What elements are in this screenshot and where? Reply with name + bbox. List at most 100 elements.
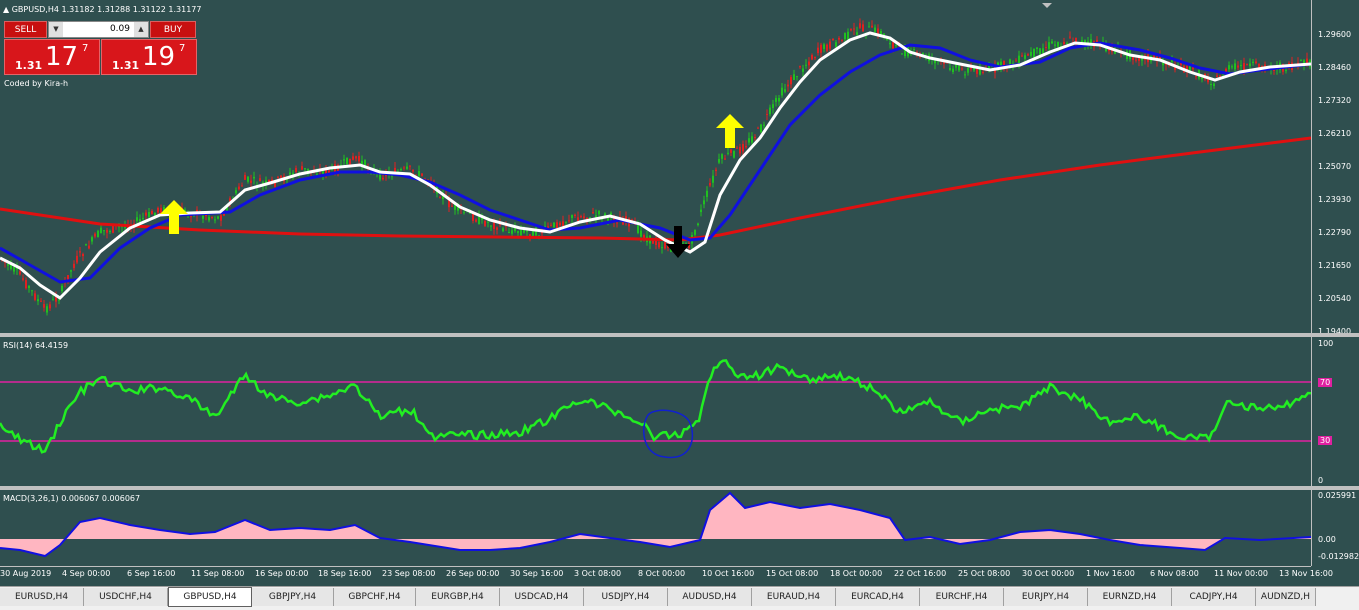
time-tick: 30 Sep 16:00 [510,569,564,578]
candle-body [1192,67,1194,70]
candle-body [1045,46,1047,48]
candle-body [421,173,423,176]
candle-body [61,285,63,292]
candle-body [745,146,747,148]
macd-pane[interactable] [0,490,1311,566]
chart-tab[interactable]: EURCHF,H4 [920,588,1004,606]
candle-body [862,24,864,32]
sell-price-box[interactable]: 1.31 17 7 [4,39,100,75]
candle-body [136,217,138,221]
candle-body [22,278,24,280]
candle-body [760,124,762,133]
candle-body [565,221,567,223]
candle-body [787,84,789,87]
candle-body [1039,48,1041,55]
rsi-level-0: 0 [1318,476,1324,485]
buy-signal-arrow-icon [716,114,744,148]
candle-body [409,165,411,167]
lot-increase-icon[interactable]: ▲ [134,22,148,37]
collapse-triangle-icon[interactable]: ▲ [3,5,9,14]
candle-body [1033,48,1035,58]
price-tick: 1.23930 [1318,195,1352,204]
chart-tab[interactable]: GBPJPY,H4 [252,588,334,606]
chart-tab[interactable]: EURNZD,H4 [1088,588,1172,606]
macd-canvas[interactable] [0,490,1311,566]
macd-label: MACD(3,26,1) 0.006067 0.006067 [3,494,141,503]
candle-body [7,263,9,266]
candle-body [1009,59,1011,65]
chart-tab[interactable]: USDCAD,H4 [500,588,584,606]
candle-body [13,266,15,272]
candle-body [742,144,744,152]
candle-body [949,68,951,71]
chart-symbol: GBPUSD,H4 [11,5,59,14]
candle-body [382,177,384,180]
chart-tab[interactable]: USDCHF,H4 [84,588,168,606]
candle-body [832,38,834,41]
chart-tab[interactable]: AUDNZD,H [1256,588,1316,606]
time-tick: 6 Sep 16:00 [127,569,176,578]
buy-price-box[interactable]: 1.31 19 7 [101,39,197,75]
chart-tab[interactable]: EURUSD,H4 [0,588,84,606]
candle-body [571,215,573,219]
candle-body [103,230,105,232]
sell-button[interactable]: SELL [4,21,47,38]
candle-body [280,175,282,178]
candle-body [79,251,81,253]
candle-body [37,299,39,302]
lot-size-field[interactable]: ▼ 0.09 ▲ [48,21,149,38]
candle-body [259,178,261,182]
candle-body [1135,59,1137,61]
time-tick: 4 Sep 00:00 [62,569,111,578]
candle-body [439,197,441,199]
candle-body [208,216,210,221]
candle-body [793,74,795,80]
lot-size-value[interactable]: 0.09 [63,22,134,37]
rsi-level-30: 30 [1318,436,1333,445]
chart-tab[interactable]: GBPUSD,H4 [168,587,252,607]
candle-body [43,304,45,308]
candle-body [703,200,705,205]
chart-tab[interactable]: CADJPY,H4 [1172,588,1256,606]
candle-body [643,234,645,239]
candle-body [721,154,723,159]
candle-body [19,271,21,275]
candle-body [46,306,48,313]
candle-body [847,31,849,40]
chart-tab[interactable]: EURAUD,H4 [752,588,836,606]
time-tick: 22 Oct 16:00 [894,569,947,578]
buy-price-main: 19 [142,42,176,72]
price-tick: 1.20540 [1318,294,1352,303]
candle-body [664,241,666,249]
chart-tab[interactable]: GBPCHF,H4 [334,588,416,606]
candle-body [706,190,708,197]
time-tick: 6 Nov 08:00 [1150,569,1199,578]
chart-tab[interactable]: EURCAD,H4 [836,588,920,606]
chart-tab[interactable]: EURJPY,H4 [1004,588,1088,606]
candle-body [1036,47,1038,50]
candle-body [1030,51,1032,56]
candle-body [352,156,354,160]
lot-decrease-icon[interactable]: ▼ [49,22,63,37]
rsi-pane[interactable] [0,337,1311,486]
candle-body [853,28,855,30]
candle-body [106,229,108,233]
buy-button[interactable]: BUY [150,21,196,38]
candle-body [712,175,714,183]
moving-average-red-line [0,136,1311,242]
candle-body [355,156,357,159]
chart-tab[interactable]: AUDUSD,H4 [668,588,752,606]
chart-tab[interactable]: EURGBP,H4 [416,588,500,606]
candle-body [88,245,90,249]
candle-body [1051,41,1053,44]
candle-body [844,32,846,40]
rsi-canvas[interactable] [0,337,1311,486]
candle-body [493,222,495,229]
chart-tab[interactable]: USDJPY,H4 [584,588,668,606]
candle-body [1048,42,1050,49]
candle-body [496,227,498,230]
candle-body [241,185,243,187]
candle-body [502,228,504,232]
rsi-label: RSI(14) 64.4159 [3,341,69,350]
chart-header: ▲ GBPUSD,H4 1.31182 1.31288 1.31122 1.31… [3,5,201,14]
